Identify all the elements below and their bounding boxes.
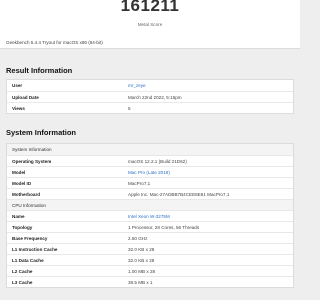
system-row-model-id: Model ID MacPro7,1	[7, 177, 293, 188]
result-row-upload-date: Upload Date March 22nd 2022, 5:15pm	[7, 91, 293, 102]
cpu-key: L1 Instruction Cache	[12, 247, 58, 252]
cpu-key: L2 Cache	[12, 269, 33, 274]
cpu-value: 32.0 KB x 28	[128, 247, 155, 252]
benchmark-version-note: Geekbench 5.4.4 Tryout for macOS x86 (64…	[6, 40, 103, 45]
result-row-user: User mr_zeye	[7, 80, 293, 91]
system-information-title: System Information	[6, 128, 77, 137]
metal-score-label: Metal Score	[137, 22, 163, 27]
result-value: March 22nd 2022, 5:15pm	[128, 95, 182, 100]
system-key: Model	[12, 170, 26, 175]
cpu-row-base-frequency: Base Frequency 2.50 GHz	[7, 232, 293, 243]
cpu-key: Name	[12, 214, 25, 219]
system-row-motherboard: Motherboard Apple Inc. Mac-27ADBB7B4CEE8…	[7, 188, 293, 199]
user-link[interactable]: mr_zeye	[128, 83, 146, 88]
cpu-row-l3-cache: L3 Cache 38.5 MB x 1	[7, 276, 293, 287]
system-info-header: System Information	[7, 144, 293, 155]
system-row-model: Model Mac Pro (Late 2019)	[7, 166, 293, 177]
system-key: Model ID	[12, 181, 32, 186]
system-key: Operating System	[12, 159, 52, 164]
cpu-value: 2.50 GHz	[128, 236, 148, 241]
result-information-title: Result Information	[6, 66, 73, 75]
result-value: 5	[128, 106, 131, 111]
result-key: Views	[12, 106, 25, 111]
cpu-key: L3 Cache	[12, 280, 33, 285]
system-information-card: System Information Operating System macO…	[6, 143, 294, 288]
cpu-key: Topology	[12, 225, 33, 230]
model-link[interactable]: Mac Pro (Late 2019)	[128, 170, 170, 175]
cpu-name-link[interactable]: Intel Xeon W-3275M	[128, 214, 170, 219]
cpu-value: 1.00 MB x 28	[128, 269, 156, 274]
result-key: User	[12, 83, 23, 88]
score-card: 161211 Metal Score Geekbench 5.4.4 Tryou…	[0, 0, 300, 49]
cpu-row-topology: Topology 1 Processor, 28 Cores, 56 Threa…	[7, 221, 293, 232]
cpu-key: Base Frequency	[12, 236, 48, 241]
cpu-info-header: CPU Information	[7, 199, 293, 210]
result-row-views: Views 5	[7, 102, 293, 113]
cpu-value: 38.5 MB x 1	[128, 280, 153, 285]
cpu-value: 32.0 KB x 28	[128, 258, 155, 263]
result-key: Upload Date	[12, 95, 39, 100]
cpu-row-name: Name Intel Xeon W-3275M	[7, 210, 293, 221]
system-key: Motherboard	[12, 192, 41, 197]
system-value: Apple Inc. Mac-27ADBB7B4CEE8E61 MacPro7,…	[128, 192, 230, 197]
system-value: MacPro7,1	[128, 181, 151, 186]
cpu-value: 1 Processor, 28 Cores, 56 Threads	[128, 225, 200, 230]
system-value: macOS 12.2.1 (Build 21D62)	[128, 159, 187, 164]
cpu-row-l1-instruction-cache: L1 Instruction Cache 32.0 KB x 28	[7, 243, 293, 254]
cpu-row-l2-cache: L2 Cache 1.00 MB x 28	[7, 265, 293, 276]
metal-score-value: 161211	[120, 0, 180, 15]
cpu-row-l1-data-cache: L1 Data Cache 32.0 KB x 28	[7, 254, 293, 265]
header-label: CPU Information	[12, 203, 46, 208]
system-row-os: Operating System macOS 12.2.1 (Build 21D…	[7, 155, 293, 166]
cpu-key: L1 Data Cache	[12, 258, 44, 263]
header-label: System Information	[12, 147, 52, 152]
result-information-card: User mr_zeye Upload Date March 22nd 2022…	[6, 79, 294, 114]
